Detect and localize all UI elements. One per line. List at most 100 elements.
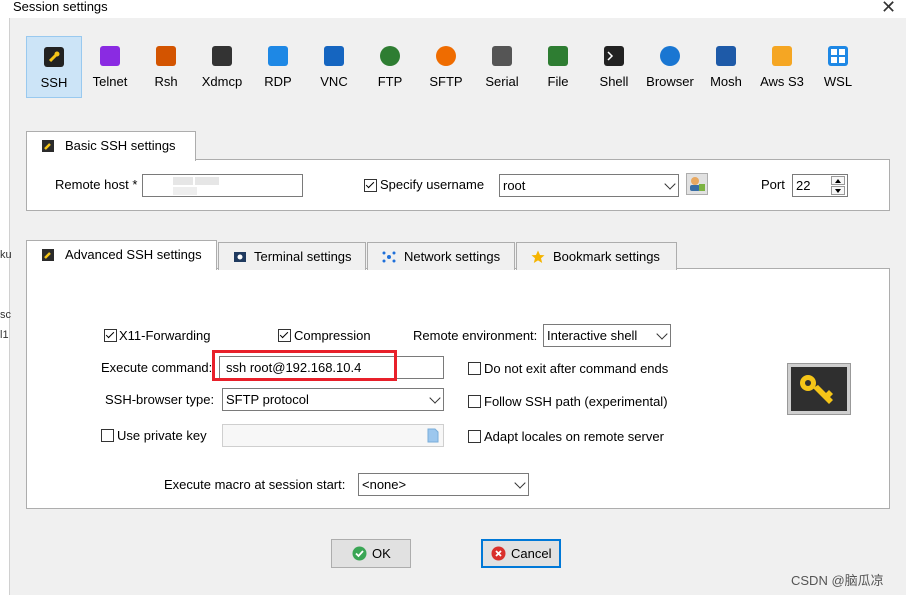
- redacted-block: [173, 187, 197, 195]
- tab-basic-ssh-settings[interactable]: Basic SSH settings: [26, 131, 196, 161]
- rsh-icon: [156, 46, 176, 66]
- protocol-label: Browser: [646, 74, 694, 89]
- window-title: Session settings: [13, 0, 108, 14]
- remote-environment-value: Interactive shell: [547, 328, 638, 343]
- protocol-serial-button[interactable]: Serial: [474, 36, 530, 98]
- aws-s3-icon: [772, 46, 792, 66]
- protocol-wsl-button[interactable]: WSL: [810, 36, 866, 98]
- protocol-ftp-button[interactable]: FTP: [362, 36, 418, 98]
- title-bar: [0, 0, 906, 18]
- redacted-block: [195, 177, 219, 185]
- wsl-windows-icon: [828, 46, 848, 66]
- execute-macro-label: Execute macro at session start:: [164, 477, 346, 492]
- close-button[interactable]: ✕: [881, 0, 896, 18]
- key-button[interactable]: [787, 363, 851, 415]
- star-icon: [531, 250, 545, 263]
- check-circle-icon: [352, 546, 367, 561]
- protocol-aws-s3-button[interactable]: Aws S3: [754, 36, 810, 98]
- user-icon: [690, 177, 705, 191]
- ssh-wrench-icon: [44, 47, 64, 67]
- protocol-mosh-button[interactable]: Mosh: [698, 36, 754, 98]
- background-text: l1: [0, 329, 9, 341]
- protocol-label: WSL: [823, 74, 853, 89]
- username-value: root: [503, 178, 526, 193]
- do-not-exit-checkbox[interactable]: [468, 362, 481, 375]
- username-combo[interactable]: root: [499, 174, 679, 197]
- tab-network-settings[interactable]: Network settings: [367, 242, 515, 270]
- x11-forwarding-label: X11-Forwarding: [119, 328, 211, 343]
- protocol-browser-button[interactable]: Browser: [642, 36, 698, 98]
- chevron-down-icon: [656, 328, 668, 340]
- background-text: sc: [0, 309, 11, 321]
- remote-host-input[interactable]: [142, 174, 303, 197]
- tab-terminal-settings[interactable]: Terminal settings: [218, 242, 366, 270]
- arrow-up-icon: [835, 179, 841, 183]
- wrench-icon: [42, 249, 54, 261]
- protocol-label: Xdmcp: [201, 74, 243, 89]
- protocol-label: RDP: [264, 74, 292, 89]
- ssh-browser-type-combo[interactable]: SFTP protocol: [222, 388, 444, 411]
- redacted-block: [173, 177, 193, 185]
- remote-environment-label: Remote environment:: [413, 328, 538, 343]
- ssh-browser-type-value: SFTP protocol: [226, 392, 309, 407]
- chevron-down-icon: [664, 178, 676, 190]
- file-icon: [548, 46, 568, 66]
- protocol-rsh-button[interactable]: Rsh: [138, 36, 194, 98]
- user-manager-button[interactable]: [686, 173, 708, 195]
- execute-command-label: Execute command:: [101, 360, 213, 375]
- protocol-file-button[interactable]: File: [530, 36, 586, 98]
- network-icon: [382, 251, 396, 263]
- port-spinner[interactable]: 22: [792, 174, 848, 197]
- private-key-path-input[interactable]: [222, 424, 444, 447]
- browser-globe-icon: [660, 46, 680, 66]
- execute-macro-value: <none>: [362, 477, 407, 492]
- port-label: Port: [761, 177, 785, 192]
- port-down-button[interactable]: [831, 186, 845, 195]
- compression-checkbox[interactable]: [278, 329, 291, 342]
- protocol-xdmcp-button[interactable]: Xdmcp: [194, 36, 250, 98]
- arrow-down-icon: [835, 189, 841, 193]
- use-private-key-label: Use private key: [117, 428, 207, 443]
- port-up-button[interactable]: [831, 176, 845, 185]
- key-button-face: [791, 367, 847, 411]
- protocol-shell-button[interactable]: Shell: [586, 36, 642, 98]
- background-text: ku: [0, 249, 12, 261]
- remote-environment-combo[interactable]: Interactive shell: [543, 324, 671, 347]
- chevron-down-icon: [429, 392, 441, 404]
- x11-forwarding-checkbox[interactable]: [104, 329, 117, 342]
- specify-username-checkbox[interactable]: [364, 179, 377, 192]
- ok-label: OK: [372, 546, 391, 561]
- shell-icon: [604, 46, 624, 66]
- file-browse-icon: [427, 428, 439, 443]
- protocol-label: Shell: [599, 74, 629, 89]
- protocol-label: Telnet: [92, 74, 128, 89]
- tab-bookmark-settings[interactable]: Bookmark settings: [516, 242, 677, 270]
- protocol-telnet-button[interactable]: Telnet: [82, 36, 138, 98]
- execute-macro-combo[interactable]: <none>: [358, 473, 529, 496]
- compression-label: Compression: [294, 328, 371, 343]
- protocol-vnc-button[interactable]: VNC: [306, 36, 362, 98]
- do-not-exit-label: Do not exit after command ends: [484, 361, 669, 376]
- telnet-icon: [100, 46, 120, 66]
- cancel-button[interactable]: Cancel: [481, 539, 561, 568]
- adapt-locales-checkbox[interactable]: [468, 430, 481, 443]
- use-private-key-checkbox[interactable]: [101, 429, 114, 442]
- protocol-label: Aws S3: [760, 74, 804, 89]
- follow-ssh-path-label: Follow SSH path (experimental): [484, 394, 668, 409]
- tab-label: Terminal settings: [254, 249, 352, 264]
- tab-label: Bookmark settings: [553, 249, 660, 264]
- cancel-label: Cancel: [511, 546, 552, 561]
- protocol-ssh-button[interactable]: SSH: [26, 36, 82, 98]
- protocol-label: VNC: [320, 74, 348, 89]
- tab-label: Network settings: [404, 249, 501, 264]
- ssh-browser-type-label: SSH-browser type:: [105, 392, 215, 407]
- ok-button[interactable]: OK: [331, 539, 411, 568]
- wrench-icon: [42, 140, 54, 152]
- follow-ssh-path-checkbox[interactable]: [468, 395, 481, 408]
- protocol-sftp-button[interactable]: SFTP: [418, 36, 474, 98]
- protocol-rdp-button[interactable]: RDP: [250, 36, 306, 98]
- serial-icon: [492, 46, 512, 66]
- watermark: CSDN @脑瓜凉: [791, 573, 884, 588]
- protocol-label: File: [547, 74, 569, 89]
- tab-advanced-ssh-settings[interactable]: Advanced SSH settings: [26, 240, 217, 270]
